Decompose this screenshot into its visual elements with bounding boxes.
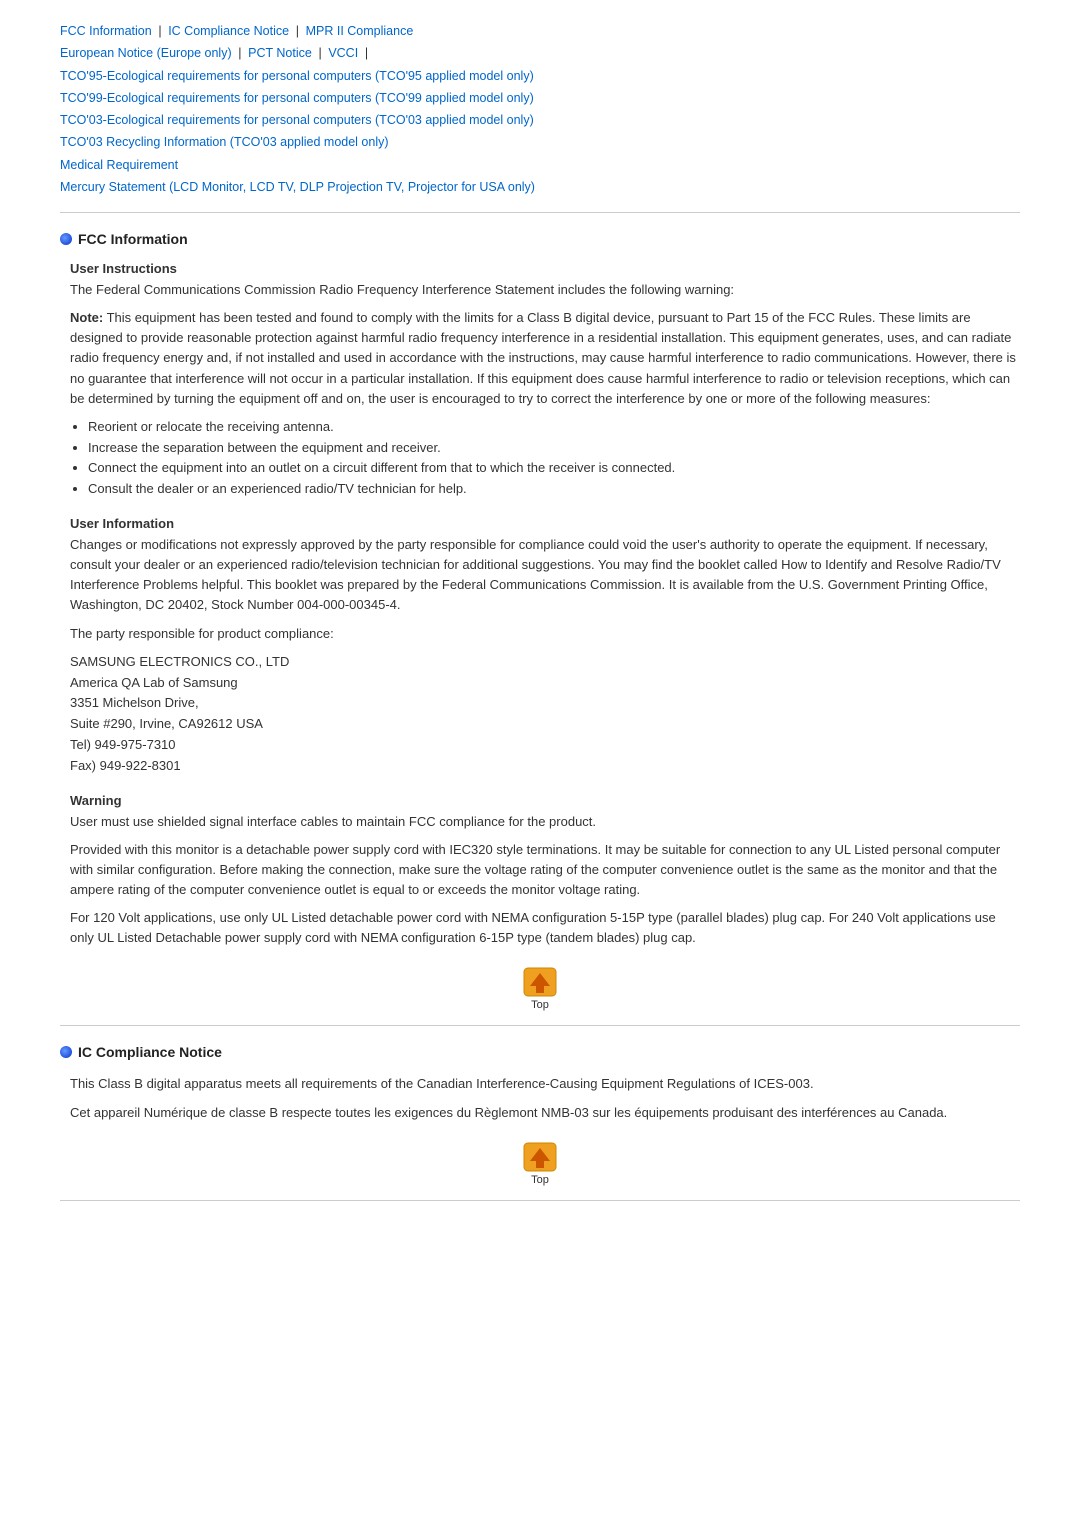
nav-link-tco03[interactable]: TCO'03-Ecological requirements for perso… [60,112,534,127]
ic-section-title: IC Compliance Notice [78,1044,222,1060]
nav-link-mpr[interactable]: MPR II Compliance [306,23,414,38]
ic-top-arrow-icon [522,1141,558,1173]
user-instructions-note: Note: This equipment has been tested and… [70,308,1020,409]
address-block: SAMSUNG ELECTRONICS CO., LTD America QA … [70,652,1020,777]
measures-list: Reorient or relocate the receiving anten… [88,417,1020,500]
nav-link-vcci[interactable]: VCCI [328,45,358,60]
ic-top-button[interactable]: Top [522,1141,558,1186]
list-item: Increase the separation between the equi… [88,438,1020,459]
user-information-subsection: User Information Changes or modification… [70,516,1020,776]
nav-link-medical[interactable]: Medical Requirement [60,157,178,172]
fcc-top-button-container: Top [60,966,1020,1011]
warning-text2: Provided with this monitor is a detachab… [70,840,1020,900]
user-instructions-subsection: User Instructions The Federal Communicat… [70,261,1020,500]
fcc-section: FCC Information User Instructions The Fe… [60,231,1020,1011]
user-information-text1: Changes or modifications not expressly a… [70,535,1020,616]
fcc-top-button[interactable]: Top [522,966,558,1011]
ic-section: IC Compliance Notice This Class B digita… [60,1044,1020,1185]
nav-link-tco03rec[interactable]: TCO'03 Recycling Information (TCO'03 app… [60,134,389,149]
list-item: Reorient or relocate the receiving anten… [88,417,1020,438]
warning-subsection: Warning User must use shielded signal in… [70,793,1020,949]
nav-link-tco99[interactable]: TCO'99-Ecological requirements for perso… [60,90,534,105]
list-item: Connect the equipment into an outlet on … [88,458,1020,479]
nav-link-tco95[interactable]: TCO'95-Ecological requirements for perso… [60,68,534,83]
top-arrow-icon [522,966,558,998]
party-responsible-label: The party responsible for product compli… [70,624,1020,644]
ic-section-header: IC Compliance Notice [60,1044,1020,1060]
fcc-top-label: Top [531,999,549,1011]
fcc-bullet-icon [60,233,72,245]
user-instructions-intro: The Federal Communications Commission Ra… [70,280,1020,300]
ic-top-label: Top [531,1174,549,1186]
ic-top-button-container: Top [60,1141,1020,1186]
nav-link-euro[interactable]: European Notice (Europe only) [60,45,232,60]
nav-link-mercury[interactable]: Mercury Statement (LCD Monitor, LCD TV, … [60,179,535,194]
nav-link-ic[interactable]: IC Compliance Notice [168,23,289,38]
ic-content: This Class B digital apparatus meets all… [70,1074,1020,1122]
warning-text3: For 120 Volt applications, use only UL L… [70,908,1020,948]
fcc-section-title: FCC Information [78,231,188,247]
warning-title: Warning [70,793,1020,808]
bottom-divider [60,1200,1020,1201]
mid-divider [60,1025,1020,1026]
warning-text1: User must use shielded signal interface … [70,812,1020,832]
top-divider [60,212,1020,213]
nav-link-fcc[interactable]: FCC Information [60,23,152,38]
note-text: This equipment has been tested and found… [70,310,1016,406]
fcc-section-header: FCC Information [60,231,1020,247]
note-label: Note: [70,310,103,325]
address-text: SAMSUNG ELECTRONICS CO., LTD America QA … [70,654,289,773]
ic-text2: Cet appareil Numérique de classe B respe… [70,1103,1020,1123]
nav-link-pct[interactable]: PCT Notice [248,45,312,60]
navigation-links: FCC Information | IC Compliance Notice |… [60,20,1020,198]
user-instructions-title: User Instructions [70,261,1020,276]
user-information-title: User Information [70,516,1020,531]
list-item: Consult the dealer or an experienced rad… [88,479,1020,500]
ic-bullet-icon [60,1046,72,1058]
ic-text1: This Class B digital apparatus meets all… [70,1074,1020,1094]
